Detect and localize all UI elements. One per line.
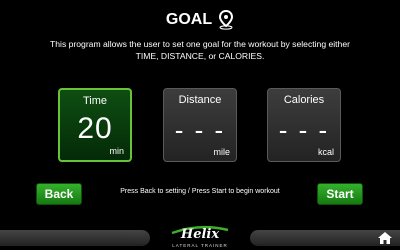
footer-bar: Helix LATERAL TRAINER	[0, 224, 400, 250]
goal-tile-unit: kcal	[317, 147, 334, 157]
goal-tile-label: Time	[82, 95, 108, 107]
goal-tile-value: - - -	[278, 115, 330, 145]
back-button[interactable]: Back	[36, 183, 82, 205]
footer-left-bar	[0, 230, 150, 246]
logo-subtitle: LATERAL TRAINER	[172, 243, 228, 248]
page-title: GOAL	[165, 11, 213, 28]
goal-tile-label: Calories	[283, 94, 325, 106]
goal-description: This program allows the user to set one …	[50, 39, 350, 61]
location-pin-icon	[219, 10, 234, 30]
goal-tile-unit: min	[109, 146, 124, 156]
page-title-row: GOAL	[166, 10, 234, 30]
goal-tile-distance[interactable]: Distance - - - mile	[163, 88, 237, 162]
home-icon[interactable]	[377, 231, 393, 245]
goal-tile-unit: mile	[213, 147, 230, 157]
goal-tile-calories[interactable]: Calories - - - kcal	[267, 88, 341, 162]
goal-tile-value: - - -	[174, 115, 226, 145]
start-button[interactable]: Start	[317, 183, 363, 205]
instruction-text: Press Back to setting / Press Start to b…	[120, 188, 280, 195]
goal-tile-time[interactable]: Time 20 min	[58, 88, 132, 162]
goal-tile-label: Distance	[178, 94, 222, 106]
goal-tile-value: 20	[77, 112, 113, 145]
helix-logo: Helix LATERAL TRAINER	[150, 224, 250, 250]
logo-name: Helix	[180, 227, 220, 242]
header: GOAL	[0, 10, 400, 30]
